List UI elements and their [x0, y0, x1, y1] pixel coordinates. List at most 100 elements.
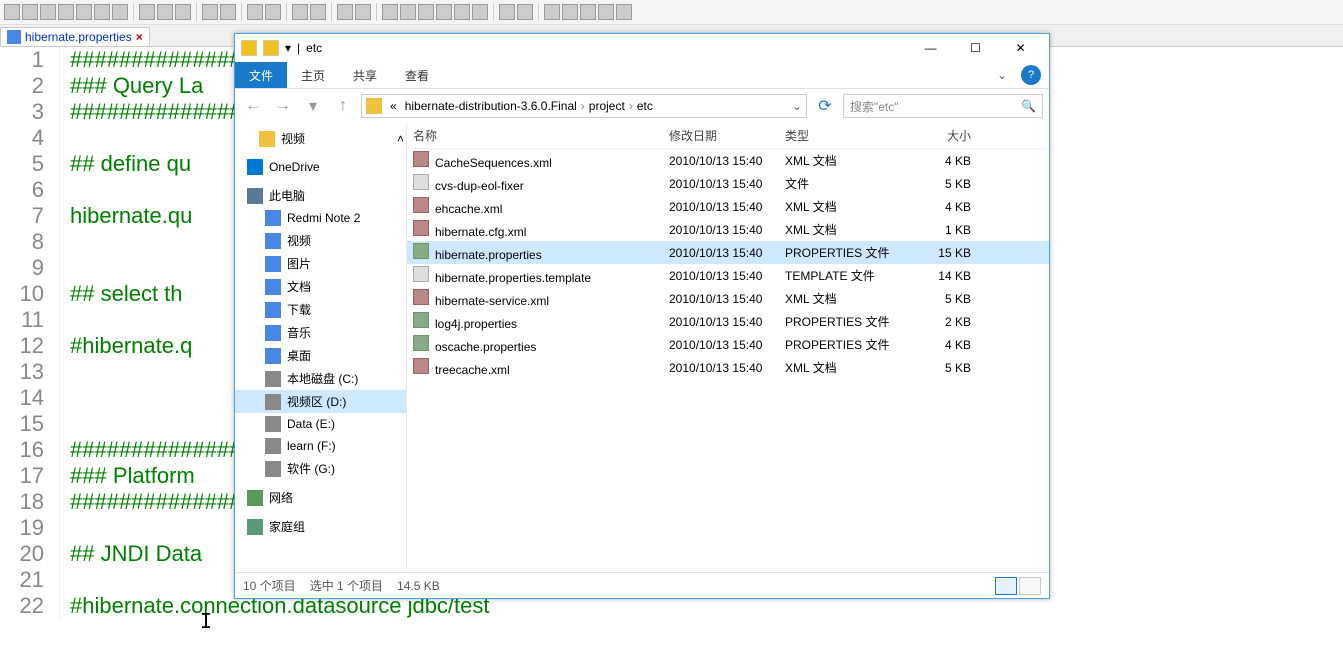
column-header-size[interactable]: 大小 [909, 127, 971, 144]
close-all-icon[interactable] [94, 4, 110, 20]
column-header-date[interactable]: 修改日期 [669, 127, 785, 144]
file-row[interactable]: log4j.properties2010/10/13 15:40PROPERTI… [407, 310, 1049, 333]
breadcrumb-segment[interactable]: hibernate-distribution-3.6.0.Final [401, 99, 581, 113]
print-icon[interactable] [112, 4, 128, 20]
skip-icon[interactable] [598, 4, 614, 20]
wrap-icon[interactable] [436, 4, 452, 20]
close-button[interactable]: ✕ [998, 34, 1043, 62]
doc-icon[interactable] [454, 4, 470, 20]
file-type: XML 文档 [785, 152, 909, 169]
find-icon[interactable] [247, 4, 263, 20]
nav-item-pictures[interactable]: 图片 [235, 252, 406, 275]
indent-guide-icon[interactable] [418, 4, 434, 20]
file-name: hibernate.properties [435, 248, 542, 262]
column-header-type[interactable]: 类型 [785, 127, 909, 144]
status-selection-size: 14.5 KB [397, 579, 440, 593]
maximize-button[interactable]: ☐ [953, 34, 998, 62]
file-row[interactable]: CacheSequences.xml2010/10/13 15:40XML 文档… [407, 149, 1049, 172]
ribbon-expand-icon[interactable]: ⌄ [997, 68, 1007, 82]
replace-icon[interactable] [265, 4, 281, 20]
sync-all-icon[interactable] [355, 4, 371, 20]
breadcrumb-segment[interactable]: « [386, 99, 401, 113]
column-header-name[interactable]: 名称 [413, 127, 669, 144]
help-icon[interactable]: ? [1021, 65, 1041, 85]
file-row[interactable]: oscache.properties2010/10/13 15:40PROPER… [407, 333, 1049, 356]
zoom-out-icon[interactable] [310, 4, 326, 20]
back-button[interactable]: ← [241, 94, 265, 118]
nav-item-drive-g[interactable]: 软件 (G:) [235, 457, 406, 480]
open-icon[interactable] [22, 4, 38, 20]
nav-item-drive-f[interactable]: learn (F:) [235, 435, 406, 457]
redo-icon[interactable] [220, 4, 236, 20]
minimize-button[interactable]: — [908, 34, 953, 62]
sync-icon[interactable] [337, 4, 353, 20]
new-file-icon[interactable] [4, 4, 20, 20]
breadcrumb[interactable]: « hibernate-distribution-3.6.0.Final › p… [361, 94, 807, 118]
nav-item-music[interactable]: 音乐 [235, 321, 406, 344]
file-row[interactable]: hibernate.cfg.xml2010/10/13 15:40XML 文档1… [407, 218, 1049, 241]
explorer-titlebar[interactable]: ▾ | etc — ☐ ✕ [235, 34, 1049, 62]
history-dropdown[interactable]: ▾ [301, 94, 325, 118]
nav-label: 网络 [269, 489, 293, 506]
undo-icon[interactable] [202, 4, 218, 20]
up-button[interactable]: ↑ [331, 94, 355, 118]
nav-label: 视频 [281, 130, 305, 147]
file-rows[interactable]: CacheSequences.xml2010/10/13 15:40XML 文档… [407, 149, 1049, 572]
nav-item-network[interactable]: 网络 [235, 486, 406, 509]
nav-item-this-pc[interactable]: 此电脑 [235, 184, 406, 207]
breadcrumb-segment[interactable]: project [585, 99, 629, 113]
save-icon[interactable] [40, 4, 56, 20]
details-view-button[interactable] [995, 577, 1017, 595]
nav-item-redmi[interactable]: Redmi Note 2 [235, 207, 406, 229]
save-all-icon[interactable] [58, 4, 74, 20]
nav-item-onedrive[interactable]: OneDrive [235, 156, 406, 178]
nav-item-drive-e[interactable]: Data (E:) [235, 413, 406, 435]
file-row[interactable]: treecache.xml2010/10/13 15:40XML 文档5 KB [407, 356, 1049, 379]
close-file-icon[interactable] [76, 4, 92, 20]
breadcrumb-segment[interactable]: etc [633, 99, 657, 113]
copy-icon[interactable] [157, 4, 173, 20]
file-row[interactable]: cvs-dup-eol-fixer2010/10/13 15:40文件5 KB [407, 172, 1049, 195]
search-icon[interactable]: 🔍 [1021, 99, 1036, 113]
nav-item-downloads[interactable]: 下载 [235, 298, 406, 321]
nav-item-homegroup[interactable]: 家庭组 [235, 515, 406, 538]
ribbon-tab-home[interactable]: 主页 [287, 62, 339, 88]
nav-item-video[interactable]: 视频˄ [235, 127, 406, 150]
zoom-in-icon[interactable] [292, 4, 308, 20]
file-row[interactable]: ehcache.xml2010/10/13 15:40XML 文档4 KB [407, 195, 1049, 218]
file-size: 5 KB [909, 177, 971, 191]
breadcrumb-dropdown-icon[interactable]: ⌄ [792, 99, 802, 113]
lang-icon[interactable] [472, 4, 488, 20]
nav-item-drive-c[interactable]: 本地磁盘 (C:) [235, 367, 406, 390]
file-row[interactable]: hibernate.properties.template2010/10/13 … [407, 264, 1049, 287]
indent-left-icon[interactable] [382, 4, 398, 20]
eye-icon[interactable] [517, 4, 533, 20]
close-tab-icon[interactable]: × [136, 30, 143, 44]
fast-fwd-icon[interactable] [616, 4, 632, 20]
cut-icon[interactable] [139, 4, 155, 20]
editor-tab-hibernate-properties[interactable]: hibernate.properties × [0, 27, 150, 46]
monitor-icon[interactable] [499, 4, 515, 20]
qat-chevron-icon[interactable]: ▾ [285, 41, 291, 55]
stop-icon[interactable] [562, 4, 578, 20]
nav-item-drive-d[interactable]: 视频区 (D:) [235, 390, 406, 413]
refresh-button[interactable]: ⟳ [813, 94, 837, 118]
file-size: 2 KB [909, 315, 971, 329]
play-icon[interactable] [580, 4, 596, 20]
paste-icon[interactable] [175, 4, 191, 20]
qat-icon[interactable] [263, 40, 279, 56]
search-input[interactable]: 搜索"etc" 🔍 [843, 94, 1043, 118]
nav-item-documents[interactable]: 文档 [235, 275, 406, 298]
nav-item-desktop[interactable]: 桌面 [235, 344, 406, 367]
ribbon-tab-file[interactable]: 文件 [235, 62, 287, 88]
ribbon-tab-view[interactable]: 查看 [391, 62, 443, 88]
file-row[interactable]: hibernate-service.xml2010/10/13 15:40XML… [407, 287, 1049, 310]
file-row[interactable]: hibernate.properties2010/10/13 15:40PROP… [407, 241, 1049, 264]
navigation-pane[interactable]: 视频˄ OneDrive 此电脑 Redmi Note 2 视频 图片 文档 下… [235, 123, 407, 572]
nav-item-videos[interactable]: 视频 [235, 229, 406, 252]
ribbon-tab-share[interactable]: 共享 [339, 62, 391, 88]
record-icon[interactable] [544, 4, 560, 20]
thumbnails-view-button[interactable] [1019, 577, 1041, 595]
forward-button[interactable]: → [271, 94, 295, 118]
show-whitespace-icon[interactable] [400, 4, 416, 20]
